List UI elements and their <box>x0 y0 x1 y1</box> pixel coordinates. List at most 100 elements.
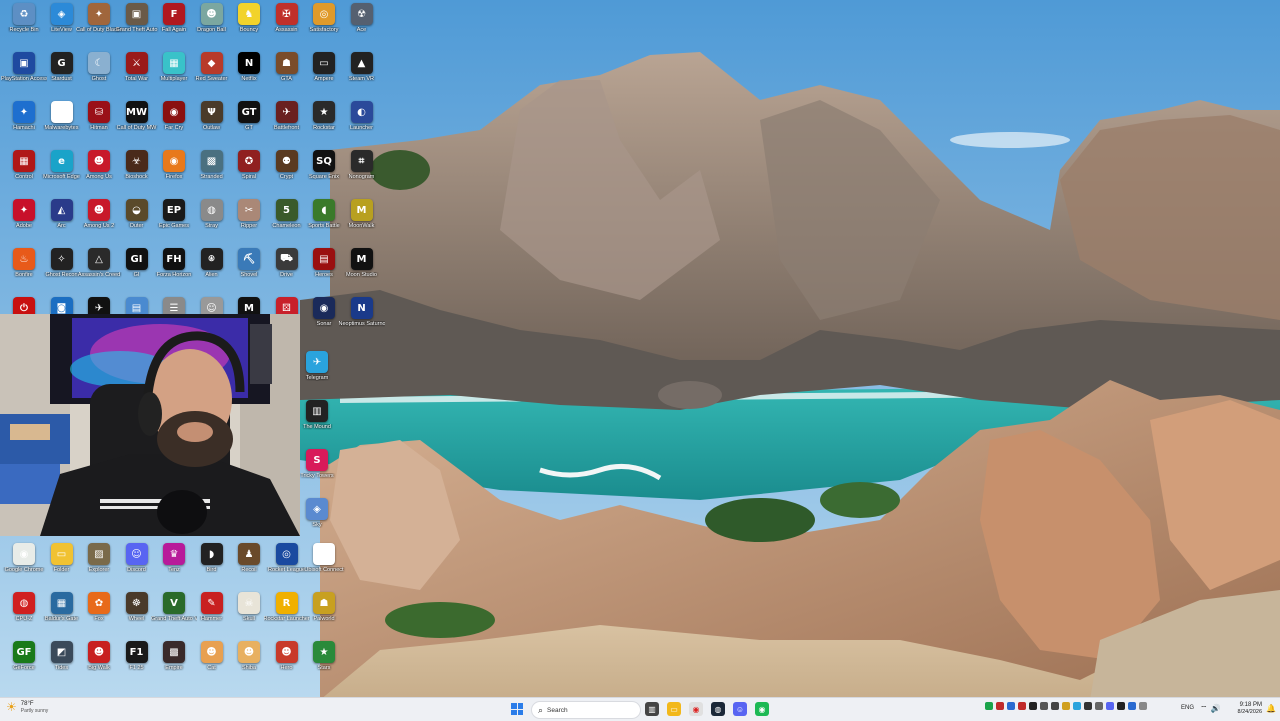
app-icon: ♻ <box>13 3 35 25</box>
language-indicator[interactable]: ENG <box>1181 705 1194 711</box>
taskbar-steam[interactable]: ◍ <box>711 702 725 716</box>
app-icon: ☠ <box>238 592 260 614</box>
app-icon: ◆ <box>200 52 223 74</box>
webcam-overlay <box>0 314 300 536</box>
app-icon: GI <box>125 248 148 270</box>
app-icon: R <box>275 592 298 614</box>
app-icon: GF <box>13 641 35 663</box>
app-icon: M <box>50 101 73 123</box>
tray-app-icon[interactable] <box>1040 702 1048 710</box>
notification-bell-icon[interactable]: 🔔 <box>1266 704 1276 713</box>
desktop-icon[interactable]: ▥ The Mound <box>293 397 341 445</box>
app-icon: ◗ <box>200 543 223 565</box>
tray-app-icon[interactable] <box>1062 702 1070 710</box>
tray-app-icon[interactable] <box>1029 702 1037 710</box>
search-icon: ⌕ <box>538 704 544 715</box>
app-icon: G <box>50 52 73 74</box>
desktop-icon[interactable]: ◈ Sky <box>293 495 341 543</box>
app-icon: ⚔ <box>125 52 148 74</box>
app-icon: F <box>163 3 185 25</box>
tray-chevron-icon[interactable] <box>1139 702 1147 710</box>
desktop-icon-label: Sky <box>312 522 322 528</box>
weather-widget[interactable]: ☀ 78°F Partly sunny <box>6 700 48 714</box>
taskbar-chrome[interactable]: ◉ <box>689 702 703 716</box>
app-icon: ✠ <box>275 3 298 25</box>
system-tray[interactable] <box>985 702 1147 710</box>
app-icon: F1 <box>125 641 148 663</box>
desktop-icon[interactable]: S Tricky Towers <box>293 446 341 494</box>
sun-icon: ☀ <box>6 700 17 714</box>
desktop-icon[interactable]: ◐ Launcher <box>338 98 386 146</box>
search-placeholder: Search <box>547 706 568 714</box>
taskbar-file-explorer[interactable]: ▭ <box>667 702 681 716</box>
app-icon: Ψ <box>200 101 223 123</box>
taskbar-clock[interactable]: 9:18 PM 8/24/2026 <box>1228 701 1262 716</box>
desktop-icon-label: Palworld <box>313 616 335 622</box>
tray-discord-icon[interactable] <box>1106 702 1114 710</box>
app-icon: ⛁ <box>88 101 110 123</box>
tray-app-icon[interactable] <box>1084 702 1092 710</box>
tray-app-icon[interactable] <box>1073 702 1081 710</box>
discord-icon: ☺ <box>735 704 745 714</box>
app-icon: ◐ <box>350 101 373 123</box>
spotify-icon: ◉ <box>758 704 766 714</box>
desktop-icon[interactable]: M Moon Studio <box>338 245 386 293</box>
desktop-icon-label: Moon Studio <box>346 272 377 278</box>
app-icon: ☻ <box>275 641 298 663</box>
desktop-icon-label: Neoptimus Saturno <box>338 321 385 327</box>
desktop-icon[interactable]: ◎ Ubisoft Connect <box>300 540 348 588</box>
webcam-feed-image <box>0 314 300 536</box>
tray-bluetooth-icon[interactable] <box>1128 702 1136 710</box>
taskbar-discord[interactable]: ☺ <box>733 702 747 716</box>
taskbar-spotify[interactable]: ◉ <box>755 702 769 716</box>
app-icon: ✿ <box>88 592 110 614</box>
app-icon: ☾ <box>88 52 110 74</box>
app-icon: ✪ <box>238 150 260 172</box>
desktop-icon[interactable]: ☗ Palworld <box>300 589 348 637</box>
app-icon: ▥ <box>306 400 328 422</box>
app-icon: ✦ <box>13 101 35 123</box>
app-icon: ☣ <box>125 150 148 172</box>
tray-nvidia-icon[interactable] <box>985 702 993 710</box>
tray-app-icon[interactable] <box>1018 702 1026 710</box>
desktop-icon[interactable]: ▲ Steam VR <box>338 49 386 97</box>
desktop-icon[interactable]: ☢ Ace <box>338 0 386 48</box>
desktop-icon[interactable]: M MoonWalk <box>338 196 386 244</box>
app-icon: ✎ <box>200 592 223 614</box>
clock-time: 9:18 PM <box>1239 702 1262 708</box>
app-icon: ▦ <box>13 150 35 172</box>
weather-description: Partly sunny <box>20 707 49 714</box>
app-icon: ☻ <box>238 641 260 663</box>
desktop-icon[interactable]: ★ Stars <box>300 638 348 686</box>
desktop-icon[interactable]: ✈ Telegram <box>293 348 341 396</box>
app-icon: ♟ <box>238 543 260 565</box>
app-icon: ◈ <box>306 498 328 520</box>
start-button[interactable] <box>511 703 523 715</box>
app-icon: ◎ <box>313 3 335 25</box>
desktop-icon-label: Ubisoft Connect <box>304 567 344 573</box>
app-icon: ☻ <box>200 641 223 663</box>
app-icon: ☻ <box>88 199 110 221</box>
desktop-icon-label: The Mound <box>303 424 331 430</box>
desktop-icon[interactable]: ⌗ Nonogram <box>338 147 386 195</box>
tray-app-icon[interactable] <box>1007 702 1015 710</box>
app-icon: ☸ <box>125 592 148 614</box>
taskbar-search-box[interactable]: ⌕ Search <box>531 701 641 719</box>
app-icon: ◒ <box>125 199 148 221</box>
app-icon: ♞ <box>238 3 260 25</box>
tray-app-icon[interactable] <box>996 702 1004 710</box>
app-icon: ◭ <box>50 199 73 221</box>
tray-app-icon[interactable] <box>1117 702 1125 710</box>
app-icon: ▭ <box>313 52 335 74</box>
app-icon: ◉ <box>163 150 185 172</box>
app-icon: ▩ <box>200 150 223 172</box>
network-volume-battery-icons[interactable]: ⌔🔊 <box>1200 704 1223 714</box>
tray-app-icon[interactable] <box>1051 702 1059 710</box>
app-icon: ☻ <box>88 641 110 663</box>
desktop-icon[interactable]: N Neoptimus Saturno <box>338 294 386 342</box>
app-icon: FH <box>163 248 185 270</box>
desktop-icon-label: Steam VR <box>348 76 375 82</box>
task-view-button[interactable]: ▥ <box>645 702 659 716</box>
app-icon: ◎ <box>275 543 298 565</box>
tray-app-icon[interactable] <box>1095 702 1103 710</box>
